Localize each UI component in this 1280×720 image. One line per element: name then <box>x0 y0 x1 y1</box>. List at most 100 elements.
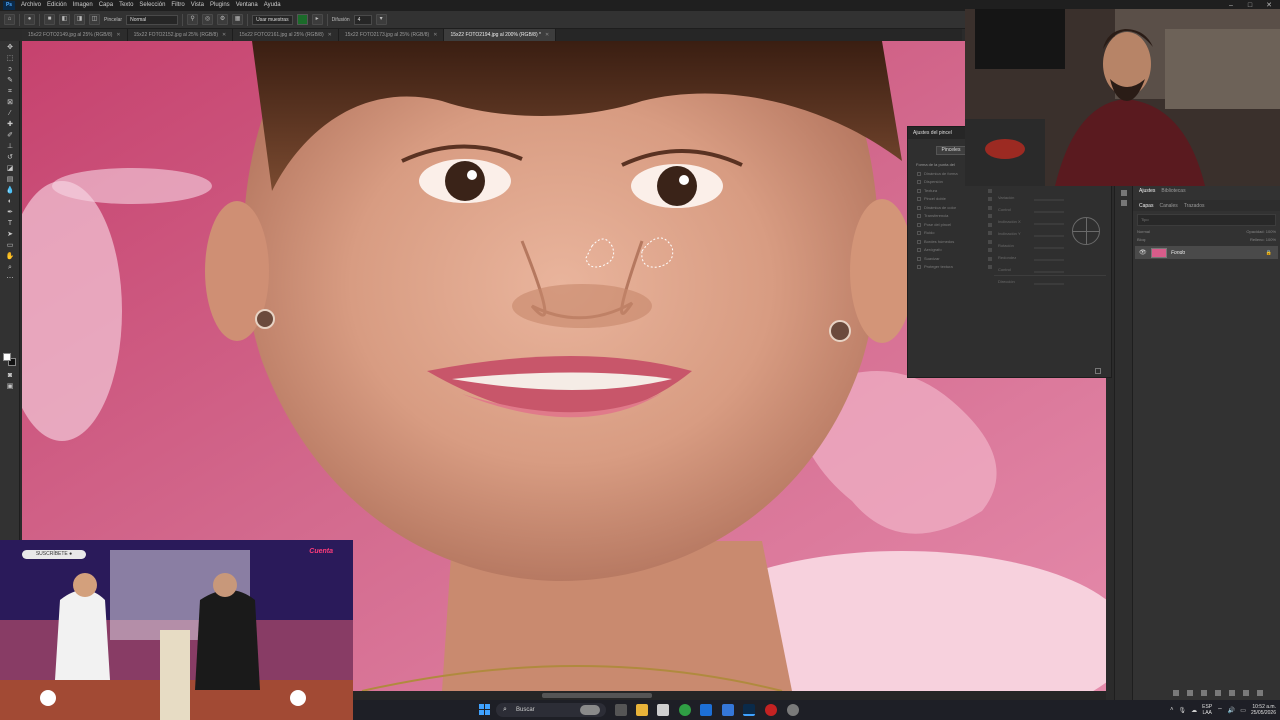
obs-icon[interactable] <box>787 704 799 716</box>
chrome-icon[interactable] <box>679 704 691 716</box>
menu-ventana[interactable]: Ventana <box>233 0 261 11</box>
language-indicator[interactable]: ESP LAA <box>1202 704 1212 716</box>
link-icon[interactable] <box>1173 690 1179 696</box>
opacity-field[interactable]: 100% <box>1266 229 1276 234</box>
close-icon[interactable]: ✕ <box>545 32 549 38</box>
wifi-icon[interactable]: ⌔ <box>1217 706 1223 714</box>
quick-mask-icon[interactable]: ◙ <box>4 371 16 380</box>
tab-capas[interactable]: Capas <box>1139 203 1153 209</box>
tab-doc-3[interactable]: 15x22 FOTO2161.jpg al 25% (RGB/8) ✕ <box>233 29 339 41</box>
windows-start-icon[interactable] <box>479 704 491 716</box>
checkbox[interactable] <box>917 248 921 252</box>
lock-icon[interactable] <box>988 265 992 269</box>
path-select-tool-icon[interactable]: ➤ <box>4 230 16 239</box>
photoshop-taskbar-icon[interactable] <box>743 704 755 716</box>
stamp-tool-icon[interactable]: ⊥ <box>4 142 16 151</box>
chevron-up-icon[interactable]: ˄ <box>1170 707 1174 713</box>
pen-tool-icon[interactable]: ✒ <box>4 208 16 217</box>
crop-tool-icon[interactable]: ⌗ <box>4 87 16 96</box>
slider-track[interactable] <box>1034 211 1064 213</box>
more-tools-icon[interactable]: ⋯ <box>4 274 16 283</box>
new-layer-icon[interactable] <box>1243 690 1249 696</box>
list-item[interactable]: Ruido <box>916 229 992 238</box>
lock-icon[interactable] <box>988 256 992 261</box>
eyedropper-tool-icon[interactable]: ⁄ <box>4 109 16 118</box>
slider-track[interactable] <box>1034 223 1064 225</box>
chevron-down-icon[interactable]: ▾ <box>375 14 387 25</box>
lock-icon[interactable] <box>988 222 992 227</box>
menu-capa[interactable]: Capa <box>96 0 116 11</box>
lock-icon[interactable] <box>988 197 992 201</box>
checkbox[interactable] <box>917 222 921 227</box>
list-item[interactable]: Pincel doble <box>916 195 992 204</box>
spread-field[interactable]: 4 <box>353 14 372 25</box>
target-icon[interactable]: ◎ <box>202 14 214 25</box>
slider[interactable]: Dirección <box>994 277 1110 289</box>
lock-icon[interactable] <box>988 239 992 244</box>
list-item[interactable]: Suavizar <box>916 255 992 264</box>
tab-trazados[interactable]: Trazados <box>1184 203 1205 209</box>
clock[interactable]: 10:52 a.m. 25/05/2026 <box>1251 704 1276 716</box>
recorder-icon[interactable] <box>765 704 777 716</box>
foreground-color-swatch[interactable] <box>3 353 11 361</box>
lock-icon[interactable] <box>988 231 992 235</box>
lock-icon[interactable] <box>988 188 992 193</box>
task-view-icon[interactable] <box>615 704 627 716</box>
tab-doc-2[interactable]: 15x22 FOTO2152.jpg al 25% (RGB/8) ✕ <box>127 29 234 41</box>
eraser-tool-icon[interactable]: ◪ <box>4 164 16 173</box>
slider-track[interactable] <box>1034 271 1064 273</box>
tab-doc-1[interactable]: 15x22 FOTO2149.jpg al 25% (RGB/8) ✕ <box>22 29 128 41</box>
tab-canales[interactable]: Canales <box>1159 203 1177 209</box>
zoom-tool-icon[interactable]: ⌕ <box>4 263 16 272</box>
photoshop-logo-icon[interactable]: Ps <box>3 1 15 10</box>
properties-icon[interactable] <box>1121 200 1127 206</box>
close-icon[interactable]: ✕ <box>328 32 332 38</box>
new-brush-icon[interactable] <box>1095 368 1101 374</box>
checkbox[interactable] <box>917 256 921 261</box>
microphone-icon[interactable]: 🎙 <box>1179 707 1187 714</box>
hand-tool-icon[interactable]: ✋ <box>4 252 16 261</box>
list-item[interactable]: Pose del pincel <box>916 221 992 230</box>
checkbox[interactable] <box>917 180 921 184</box>
intersect-selection-icon[interactable]: ◫ <box>89 14 100 25</box>
network-icon[interactable]: ☁ <box>1191 707 1197 714</box>
close-icon[interactable]: ✕ <box>222 32 226 38</box>
list-item[interactable]: Bordes húmedos <box>916 238 992 247</box>
list-item[interactable]: Dinámica de color <box>916 204 992 213</box>
history-brush-tool-icon[interactable]: ↺ <box>4 153 16 162</box>
history-icon[interactable] <box>1121 190 1127 196</box>
slider-track[interactable] <box>1034 259 1064 261</box>
mask-icon[interactable] <box>1201 690 1207 696</box>
lock-icon[interactable] <box>988 214 992 218</box>
close-icon[interactable]: ✕ <box>433 32 437 38</box>
tab-bibliotecas[interactable]: Bibliotecas <box>1161 188 1185 194</box>
slider-track[interactable] <box>1034 235 1064 237</box>
store-icon[interactable] <box>657 704 669 716</box>
menu-texto[interactable]: Texto <box>116 0 136 11</box>
lasso-tool-icon[interactable]: ↄ <box>4 65 16 74</box>
list-item[interactable]: Transferencia <box>916 212 992 221</box>
fx-icon[interactable] <box>1187 690 1193 696</box>
pin-icon[interactable]: ⚲ <box>187 14 199 25</box>
checkbox[interactable] <box>917 231 921 235</box>
tab-ajustes[interactable]: Ajustes <box>1139 188 1155 194</box>
checkbox[interactable] <box>917 214 921 218</box>
new-selection-icon[interactable]: ■ <box>44 14 55 25</box>
move-tool-icon[interactable]: ✥ <box>4 43 16 52</box>
battery-icon[interactable]: ▭ <box>1240 707 1246 714</box>
checkbox[interactable] <box>917 239 921 244</box>
toggle-icon[interactable]: ▸ <box>311 14 323 25</box>
quick-select-tool-icon[interactable]: ✎ <box>4 76 16 85</box>
add-selection-icon[interactable]: ◧ <box>59 14 70 25</box>
grid-icon[interactable]: ▦ <box>232 14 244 25</box>
checkbox[interactable] <box>917 188 921 193</box>
menu-filtro[interactable]: Filtro <box>168 0 187 11</box>
brush-angle-crosshair-icon[interactable] <box>1072 217 1100 245</box>
close-icon[interactable]: ✕ <box>116 32 120 38</box>
checkbox[interactable] <box>917 197 921 201</box>
slider-track[interactable] <box>1034 247 1064 249</box>
marquee-tool-icon[interactable]: ⬚ <box>4 54 16 63</box>
lock-icon[interactable] <box>988 205 992 210</box>
list-item[interactable]: Aerógrafo <box>916 246 992 255</box>
checkbox[interactable] <box>917 171 921 176</box>
